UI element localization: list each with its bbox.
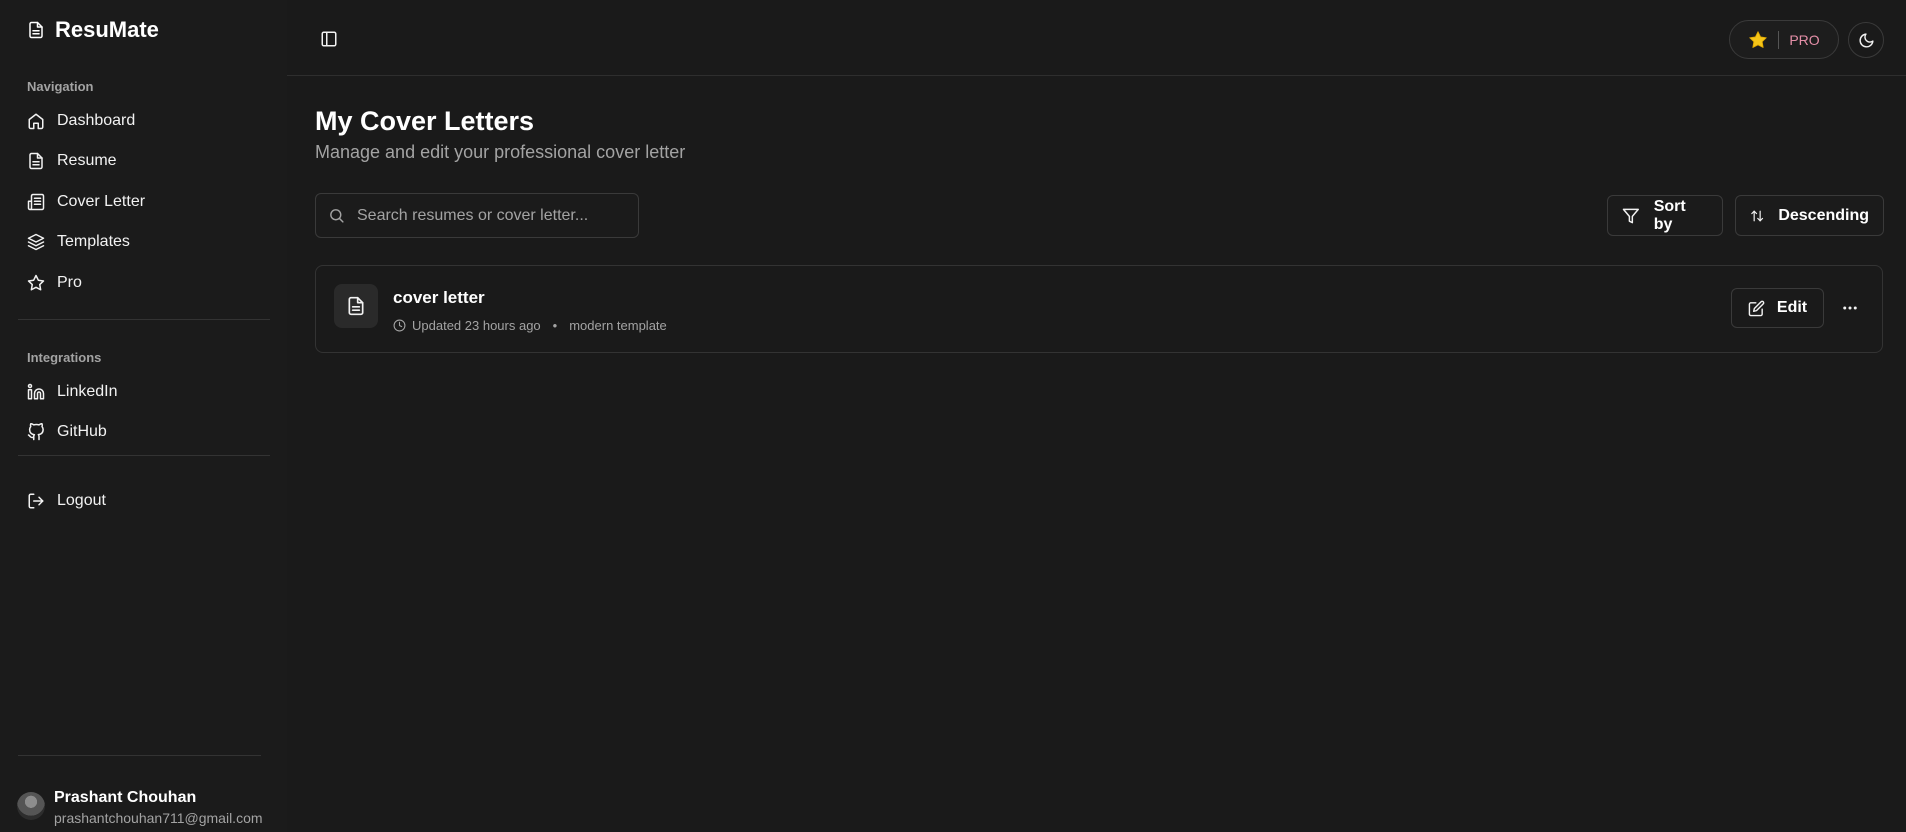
search-input[interactable] (357, 206, 617, 225)
sidebar-item-label: Resume (57, 152, 117, 169)
sidebar-divider (18, 755, 261, 756)
edit-button[interactable]: Edit (1731, 288, 1824, 328)
integrations-section-label: Integrations (27, 350, 102, 365)
layers-icon (27, 233, 45, 251)
search-icon (330, 209, 344, 223)
top-bar: PRO (287, 0, 1906, 76)
sidebar-item-cover-letter[interactable]: Cover Letter (18, 184, 270, 220)
brand-name: ResuMate (55, 17, 159, 42)
page-subtitle: Manage and edit your professional cover … (315, 142, 686, 162)
sidebar-item-resume[interactable]: Resume (18, 143, 270, 179)
cover-letter-meta: Updated 23 hours ago • modern template (393, 318, 667, 333)
pro-badge-button[interactable]: PRO (1729, 20, 1839, 59)
user-profile[interactable]: Prashant Chouhan prashantchouhan711@gmai… (17, 788, 263, 828)
logout-label: Logout (57, 492, 106, 509)
file-text-icon (348, 296, 364, 316)
page-title: My Cover Letters (315, 106, 535, 136)
linkedin-icon (27, 383, 45, 400)
meta-separator: • (552, 318, 558, 333)
filter-icon (1622, 208, 1639, 223)
pro-separator (1778, 30, 1780, 49)
arrow-up-down-icon (1751, 210, 1764, 221)
sidebar-toggle-button[interactable] (318, 28, 340, 50)
sidebar-item-label: Pro (57, 274, 82, 291)
app-root: ResuMate Navigation Dashboard Resume Cov… (0, 0, 1906, 832)
sidebar: ResuMate Navigation Dashboard Resume Cov… (0, 0, 287, 832)
sort-by-label: Sort by (1653, 197, 1686, 233)
sidebar-divider (18, 455, 270, 456)
more-options-button[interactable] (1838, 296, 1862, 320)
file-text-icon (29, 21, 43, 39)
document-icon-box (334, 284, 378, 328)
avatar (17, 792, 45, 820)
star-icon (1749, 30, 1768, 48)
sidebar-item-label: Dashboard (57, 112, 136, 129)
sidebar-item-linkedin[interactable]: LinkedIn (18, 374, 270, 410)
sort-order-button[interactable]: Descending (1735, 195, 1884, 236)
sidebar-divider (18, 319, 270, 320)
updated-text: Updated 23 hours ago (412, 318, 541, 333)
panel-left-icon (321, 31, 337, 47)
file-text-icon (29, 152, 43, 170)
edit-label: Edit (1776, 299, 1808, 316)
sort-order-label: Descending (1778, 206, 1869, 224)
moon-icon (1859, 32, 1874, 47)
more-horizontal-icon (1843, 306, 1857, 310)
template-name: modern template (569, 318, 667, 333)
user-name: Prashant Chouhan (54, 789, 197, 806)
home-icon (28, 113, 44, 130)
sidebar-item-label: Cover Letter (57, 193, 146, 210)
logout-button[interactable]: Logout (18, 483, 270, 519)
theme-toggle-button[interactable] (1848, 22, 1884, 58)
sidebar-item-label: GitHub (57, 423, 107, 440)
logout-icon (28, 493, 44, 509)
sidebar-item-label: LinkedIn (57, 383, 118, 400)
pro-label: PRO (1789, 31, 1820, 48)
navigation-section-label: Navigation (27, 79, 94, 94)
sidebar-item-pro[interactable]: Pro (18, 265, 270, 301)
search-box (315, 193, 639, 238)
user-email: prashantchouhan711@gmail.com (54, 810, 263, 826)
github-icon (27, 423, 44, 441)
sidebar-item-label: Templates (57, 233, 130, 250)
newspaper-icon (27, 193, 45, 211)
cover-letter-title[interactable]: cover letter (393, 288, 485, 308)
sidebar-item-github[interactable]: GitHub (18, 414, 270, 450)
sidebar-item-templates[interactable]: Templates (18, 224, 270, 260)
sidebar-item-dashboard[interactable]: Dashboard (18, 103, 270, 139)
brand-logo[interactable]: ResuMate (27, 17, 159, 43)
cover-letter-card[interactable]: cover letter Updated 23 hours ago • mode… (315, 265, 1883, 353)
edit-icon (1748, 300, 1765, 316)
main-content: PRO My Cover Letters Manage and edit you… (287, 0, 1906, 832)
star-icon (27, 274, 45, 291)
sort-by-button[interactable]: Sort by (1607, 195, 1723, 236)
clock-icon (393, 319, 406, 332)
